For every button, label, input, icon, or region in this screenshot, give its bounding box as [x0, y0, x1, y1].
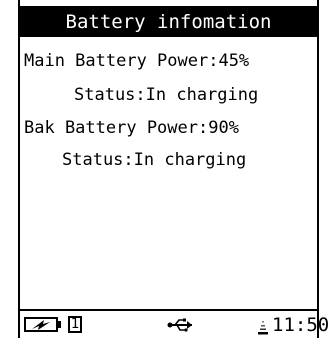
bak-battery-power: Bak Battery Power:90%: [24, 118, 239, 138]
indicator-number: 1: [68, 316, 82, 333]
battery-charging-icon: [24, 317, 61, 332]
clock-time: 11:50: [272, 314, 329, 336]
screen-right-border: [317, 0, 319, 338]
status-bar: 1 11:50: [20, 311, 329, 338]
main-battery-status: Status:In charging: [74, 85, 259, 105]
main-battery-power: Main Battery Power:45%: [24, 51, 250, 71]
battery-info-screen: Battery infomation Main Battery Power:45…: [0, 0, 329, 338]
signal-icon: [258, 321, 268, 335]
title-bar: Battery infomation: [20, 6, 317, 37]
bak-battery-status: Status:In charging: [62, 150, 247, 170]
page-title: Battery infomation: [65, 10, 272, 33]
screen-left-border: [18, 0, 20, 338]
usb-icon: [167, 318, 192, 332]
